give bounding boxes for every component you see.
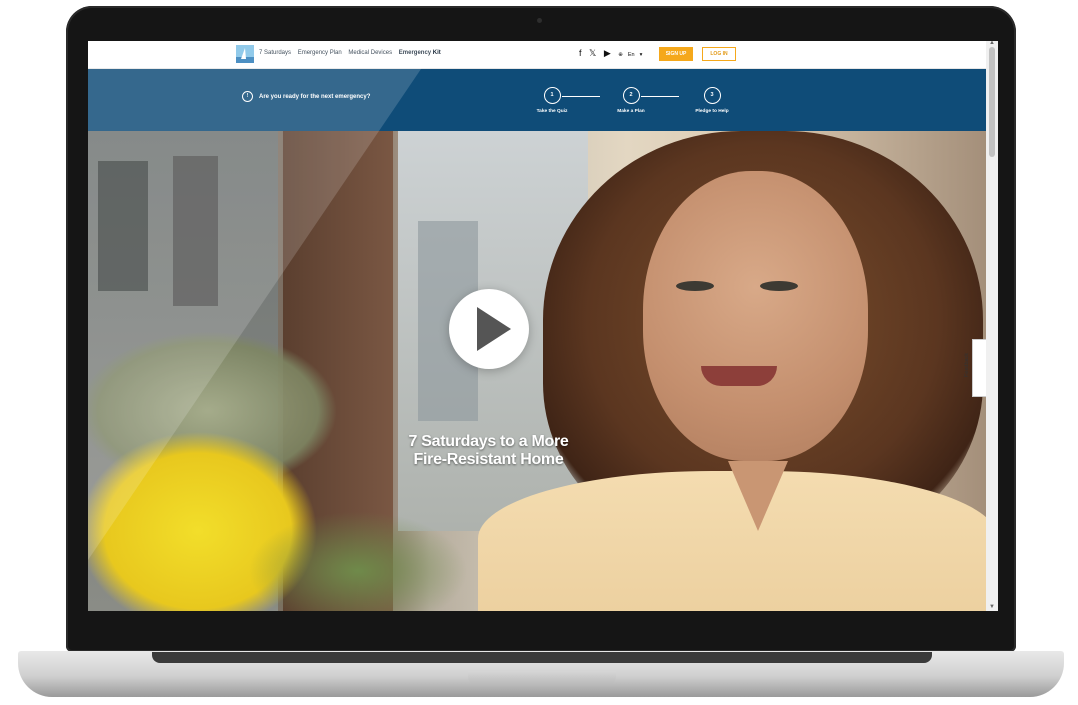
youtube-icon[interactable]: ▶ [604,48,611,58]
video-title-line: 7 Saturdays to a More [408,433,569,450]
social-icons: f 𝕏 ▶ ⊕ En ▾ [579,48,652,59]
trackpad-notch [468,671,616,685]
chevron-down-icon: ▾ [639,52,643,58]
progress-band: ! Are you ready for the next emergency? 1… [88,69,986,131]
logo-icon[interactable] [236,45,254,63]
step-number: 3 [703,87,721,104]
scrollbar-thumb[interactable] [989,47,995,157]
log-in-button[interactable]: LOG IN [702,47,736,61]
right-eye [760,281,798,291]
scroll-down-icon[interactable]: ▼ [989,604,995,610]
background-window [173,156,218,306]
feedback-label: Feedback [964,352,971,378]
nav-link-medical-devices[interactable]: Medical Devices [348,50,392,56]
step-label: Make a Plan [617,109,645,114]
play-icon [477,307,511,351]
nav-link-emergency-kit[interactable]: Emergency Kit [399,50,441,56]
feedback-tab[interactable]: Feedback [964,339,986,397]
face [643,171,868,461]
screen: 7 Saturdays Emergency Plan Medical Devic… [88,41,998,611]
twitter-icon[interactable]: 𝕏 [589,48,596,58]
step-number: 1 [543,87,561,104]
step-pledge-to-help[interactable]: 3 Pledge to Help [682,87,742,114]
camera [537,18,542,23]
nav-link-7-saturdays[interactable]: 7 Saturdays [259,50,291,56]
video-title-line: Fire-Resistant Home [413,451,564,468]
readiness-question[interactable]: ! Are you ready for the next emergency? [242,91,370,102]
step-number: 2 [622,87,640,104]
left-eye [676,281,714,291]
shirt [478,471,986,611]
globe-icon: ⊕ [618,52,623,58]
keyboard-edge [152,652,932,663]
step-label: Take the Quiz [536,109,568,114]
laptop-mockup: 7 Saturdays Emergency Plan Medical Devic… [0,0,1078,705]
alert-icon: ! [242,91,253,102]
question-text: Are you ready for the next emergency? [259,94,371,101]
step-label: Pledge to Help [695,109,729,114]
background-window [98,161,148,291]
language-select[interactable]: ⊕ En ▾ [618,52,647,58]
hero-video[interactable]: 7 Saturdays to a More Fire-Resistant Hom… [88,131,986,611]
mouth [701,366,777,386]
top-nav: 7 Saturdays Emergency Plan Medical Devic… [88,41,986,69]
scrollbar[interactable]: ▲ ▼ [986,41,998,611]
scroll-up-icon[interactable]: ▲ [989,41,995,46]
sign-up-button[interactable]: SIGN UP [659,47,693,61]
video-title: 7 Saturdays to a More Fire-Resistant Hom… [371,433,606,469]
play-button[interactable] [449,289,529,369]
facebook-icon[interactable]: f [579,48,582,58]
nav-links: 7 Saturdays Emergency Plan Medical Devic… [259,50,446,56]
step-take-quiz[interactable]: 1 Take the Quiz [522,87,582,114]
step-make-plan[interactable]: 2 Make a Plan [601,87,661,114]
nav-link-emergency-plan[interactable]: Emergency Plan [298,50,342,56]
language-label: En [627,52,635,58]
